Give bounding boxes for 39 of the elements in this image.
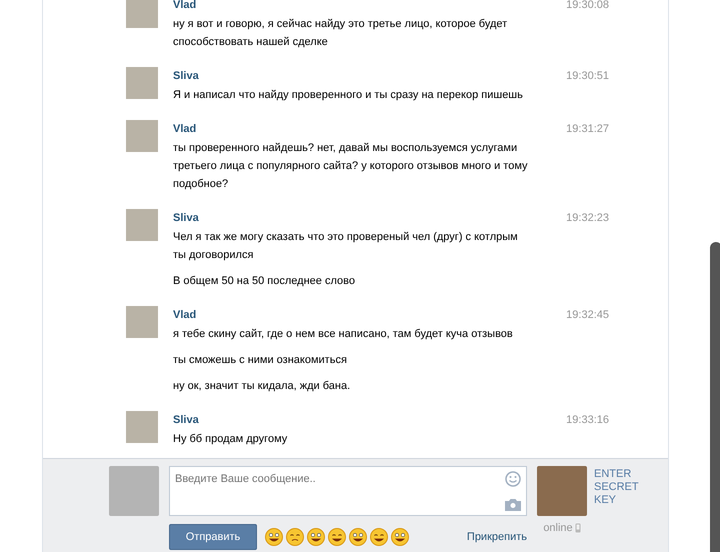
message-time: 19:31:27	[566, 122, 609, 137]
message-text: Ну бб продам другому	[173, 432, 288, 447]
author-name[interactable]: Sliva	[173, 412, 199, 428]
message-time: 19:30:08	[566, 0, 609, 13]
emoji-icon[interactable]	[286, 528, 304, 546]
online-status: online	[543, 521, 573, 536]
author-name[interactable]: Sliva	[173, 68, 199, 84]
smiley-icon[interactable]	[505, 471, 521, 487]
emoji-icon[interactable]	[349, 528, 367, 546]
attach-link[interactable]: Прикрепить	[466, 528, 527, 546]
author-name[interactable]: Sliva	[173, 210, 199, 226]
message-text: Чел я так же могу сказать что это провереный чел (друг) с котлрым ты договорился	[173, 230, 519, 263]
camera-icon[interactable]	[505, 498, 521, 511]
message-input-field[interactable]: Введите Ваше сообщение..	[169, 466, 527, 516]
message-text: ты сможешь с ними ознакомиться	[173, 353, 348, 368]
message-text: Я и написал что найду проверенного и ты сразу на перекор пишешь	[173, 88, 524, 103]
author-name[interactable]: Vlad	[173, 307, 196, 323]
emoji-icon[interactable]	[328, 528, 346, 546]
message-time: 19:33:16	[566, 413, 609, 428]
emoji-icon[interactable]	[307, 528, 325, 546]
message-time: 19:32:23	[566, 211, 609, 226]
emoji-icon[interactable]	[370, 528, 388, 546]
message-text: ты проверенного найдешь? нет, давай мы воспользуемся услугами третьего лица с популярного сайта? у которого отзывов много и тому подобное?	[173, 141, 529, 192]
message-text: ну ок, значит ты кидала, жди бана.	[173, 379, 352, 394]
phone-icon	[574, 523, 581, 534]
emoji-icon[interactable]	[391, 528, 409, 546]
message-text: ну я вот и говорю, я сейчас найду это третье лицо, которое будет способствовать нашей сделке	[173, 17, 508, 50]
secret-key-link[interactable]: ENTER SECRET KEY	[594, 468, 656, 552]
emoji-icon[interactable]	[265, 528, 283, 546]
scrollbar-thumb[interactable]	[710, 242, 720, 552]
message-time: 19:30:51	[566, 69, 609, 84]
avatar-photo-placeholder	[109, 466, 159, 516]
message-text: В общем 50 на 50 последнее слово	[173, 274, 356, 289]
message-placeholder: Введите Ваше сообщение..	[175, 472, 316, 487]
author-name[interactable]: Vlad	[173, 121, 196, 137]
message-text: я тебе скину сайт, где о нем все написано, там будет куча отзывов	[173, 327, 514, 342]
send-button[interactable]: Отправить	[169, 524, 257, 550]
message-time: 19:32:45	[566, 308, 609, 323]
author-name[interactable]: Vlad	[173, 0, 196, 13]
